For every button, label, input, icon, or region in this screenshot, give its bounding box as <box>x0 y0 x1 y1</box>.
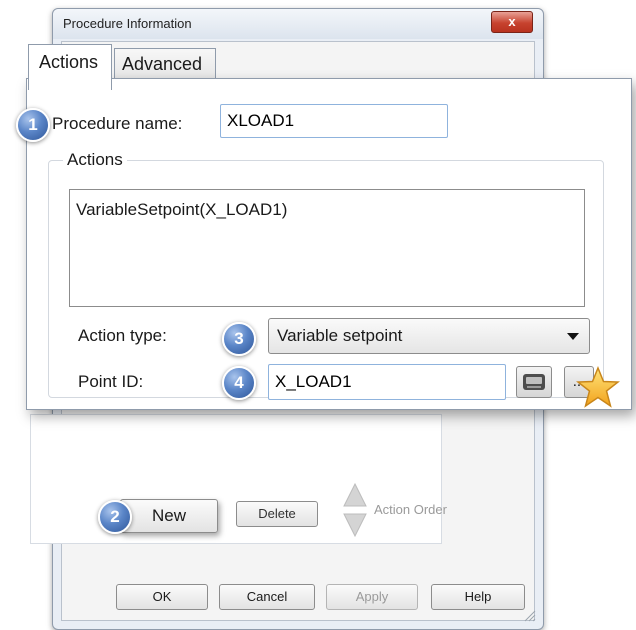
actions-list-item[interactable]: VariableSetpoint(X_LOAD1) <box>76 200 287 219</box>
tab-advanced-label: Advanced <box>122 54 203 74</box>
callout-badge-3: 3 <box>222 322 256 356</box>
help-button[interactable]: Help <box>431 584 525 610</box>
callout-badge-4: 4 <box>222 366 256 400</box>
action-order-label: Action Order <box>374 502 447 517</box>
dialog-titlebar: Procedure Information x <box>53 9 543 39</box>
close-button[interactable]: x <box>491 11 533 33</box>
tab-advanced[interactable]: Advanced <box>114 48 216 80</box>
actions-group-box: Actions VariableSetpoint(X_LOAD1) <box>48 150 604 398</box>
cancel-button[interactable]: Cancel <box>219 584 315 610</box>
actions-listbox[interactable]: VariableSetpoint(X_LOAD1) <box>69 189 585 307</box>
chevron-down-icon <box>567 333 579 340</box>
apply-button[interactable]: Apply <box>326 584 418 610</box>
new-button[interactable]: New <box>120 499 218 533</box>
action-order-control: Action Order <box>340 482 466 540</box>
callout-badge-1: 1 <box>16 108 50 142</box>
arrow-down-icon[interactable] <box>342 512 368 538</box>
action-type-select[interactable]: Variable setpoint <box>268 318 590 354</box>
point-browser-button[interactable] <box>516 366 552 398</box>
delete-button[interactable]: Delete <box>236 501 318 527</box>
dialog-title: Procedure Information <box>63 16 192 31</box>
tab-actions[interactable]: Actions <box>28 44 112 90</box>
point-id-input[interactable] <box>268 364 506 400</box>
callout-badge-2: 2 <box>98 500 132 534</box>
procedure-name-label: Procedure name: <box>52 114 183 133</box>
actions-group-label: Actions <box>63 150 127 170</box>
arrow-up-icon[interactable] <box>342 482 368 508</box>
point-id-label: Point ID: <box>78 372 144 391</box>
tab-actions-label: Actions <box>39 52 99 72</box>
point-browser-icon <box>523 374 545 390</box>
resize-grip-icon[interactable] <box>522 608 536 622</box>
action-type-value: Variable setpoint <box>277 326 403 345</box>
ok-button[interactable]: OK <box>116 584 208 610</box>
close-icon: x <box>508 14 516 29</box>
procedure-name-input[interactable] <box>220 104 448 138</box>
star-icon <box>576 366 620 408</box>
action-type-label: Action type: <box>78 326 167 345</box>
